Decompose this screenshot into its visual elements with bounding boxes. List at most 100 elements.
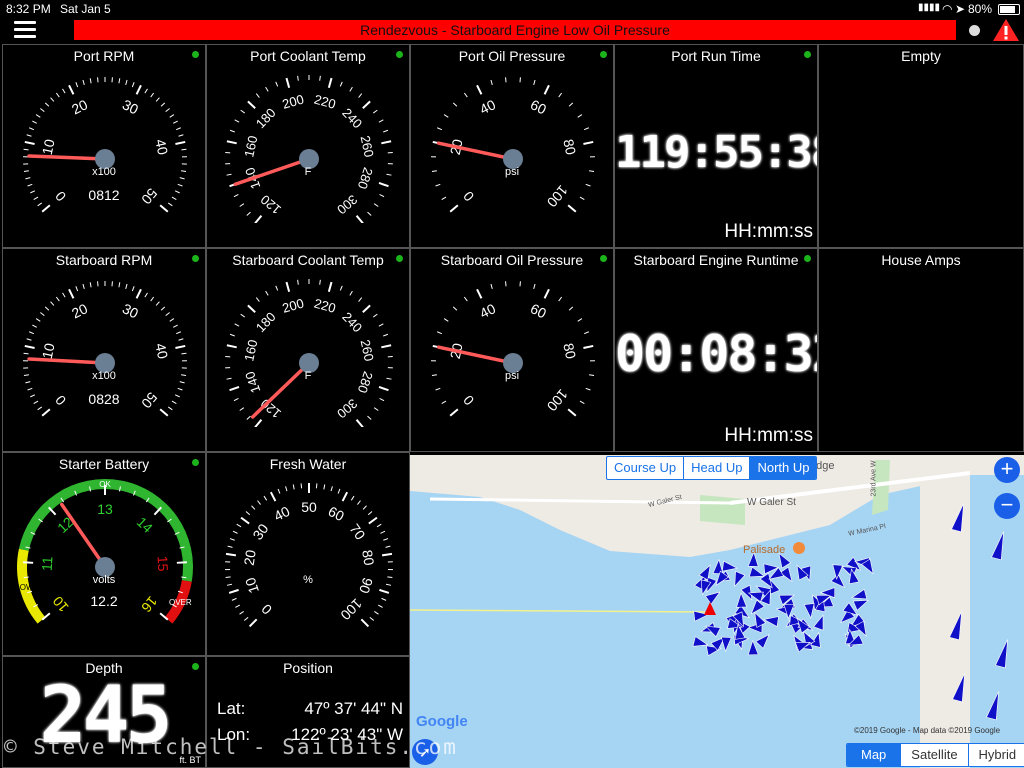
warning-icon[interactable]	[992, 18, 1020, 42]
head-up-button[interactable]: Head Up	[684, 457, 751, 479]
gauge-tick	[583, 331, 590, 335]
gauge-tick	[24, 344, 35, 350]
gauge-tick-label: 100	[544, 386, 571, 414]
gauge-tick-label: 260	[358, 134, 377, 158]
panel-title: Starboard Engine Runtime	[633, 252, 799, 268]
gauge-tick-label: 40	[152, 138, 171, 157]
gauge-tick	[374, 610, 379, 615]
zoom-in-icon[interactable]: +	[994, 457, 1020, 483]
starboard-coolant-panel[interactable]: Starboard Coolant Temp 120 140 160 180 200 22…	[206, 248, 410, 452]
gauge-tick	[178, 338, 184, 341]
gauge-tick	[476, 84, 483, 95]
gauge-tick	[226, 344, 237, 349]
gauge-tick	[583, 127, 590, 131]
record-indicator-icon[interactable]	[969, 25, 980, 36]
gauge-tick	[255, 297, 260, 302]
gauge-tick	[37, 406, 43, 411]
gauge-tick	[327, 77, 333, 88]
map-canvas	[410, 455, 1024, 768]
gauge-tick	[373, 407, 379, 411]
gauge-tick	[173, 324, 178, 328]
gauge-tick	[277, 488, 281, 494]
gauge-tick	[35, 318, 41, 322]
course-up-button[interactable]: Course Up	[607, 457, 685, 479]
gauge-tick	[176, 561, 187, 564]
house-amps-panel[interactable]: House Amps	[818, 248, 1024, 452]
port-run-time-panel[interactable]: Port Run Time 119:55:38 HH:mm:ss	[614, 44, 818, 248]
gauge-tick	[533, 79, 536, 85]
gauge-tick	[379, 398, 385, 402]
gauge-tick	[436, 127, 443, 131]
gauge-tick-label: 100	[544, 182, 571, 210]
gauge-tick-label: 60	[528, 300, 549, 321]
gauge-tick	[355, 215, 364, 223]
starboard-oil-panel[interactable]: Starboard Oil Pressure 020406080100 psi	[410, 248, 614, 452]
gauge-tick	[381, 552, 393, 557]
coolant-gauge: 120140160180200220240260280300	[225, 75, 393, 223]
gauge-tick	[178, 134, 184, 137]
map-label-galer: W Galer St	[747, 497, 796, 508]
gauge-tick	[362, 505, 367, 510]
gauge-tick	[236, 523, 242, 528]
gauge-tick-label: 200	[281, 296, 306, 316]
fresh-water-panel[interactable]: Fresh Water 0 10 20 30 40 50 60 70 80 90 100 %	[206, 452, 410, 656]
gauge-tick	[358, 93, 363, 98]
starboard-rpm-panel[interactable]: Starboard RPM 0 10 20 30 40 50 x100 0828	[2, 248, 206, 452]
boat-marker-icon	[720, 636, 732, 653]
gauge-tick-label: 12	[54, 514, 76, 536]
status-led-icon	[396, 255, 403, 262]
gauge-tick	[32, 120, 37, 124]
gauge-tick-label: 13	[97, 501, 113, 517]
alarm-banner[interactable]: Rendezvous - Starboard Engine Low Oil Pr…	[74, 20, 956, 40]
gauge-tick	[131, 286, 135, 292]
gauge-tick-label: 300	[334, 192, 360, 217]
lat-value: 47º 37' 44" N	[304, 699, 403, 718]
wifi-icon: ◠	[942, 2, 953, 16]
gauge-tick	[372, 313, 378, 318]
map-type-satellite-button[interactable]: Satellite	[901, 744, 969, 766]
port-rpm-panel[interactable]: Port RPM 0 10 20 30 40 50 x100 0812	[2, 44, 206, 248]
panel-title: Port Coolant Temp	[250, 48, 366, 64]
empty-panel[interactable]: Empty	[818, 44, 1024, 248]
gauge-tick	[435, 183, 441, 187]
gauge-tick	[251, 505, 256, 510]
gauge-tick	[89, 282, 92, 288]
gauge-unit: psi	[504, 166, 520, 178]
starter-battery-panel[interactable]: Starter Battery LOW OK OVER 10 11 12 13 14 15 16 …	[2, 452, 206, 656]
gauge-tick	[245, 511, 251, 516]
menu-icon[interactable]	[14, 21, 36, 39]
map-label-ave: 23rd Ave W	[870, 460, 878, 497]
gauge-tick	[323, 484, 326, 490]
gauge-tick	[350, 495, 355, 501]
gauge-tick	[367, 211, 372, 216]
port-coolant-panel[interactable]: Port Coolant Temp 1201401601802002202402…	[206, 44, 410, 248]
gauge-tick	[181, 148, 187, 151]
port-oil-panel[interactable]: Port Oil Pressure 020406080100 psi	[410, 44, 614, 248]
gauge-readout: 0828	[88, 391, 120, 407]
gauge-tick	[358, 297, 363, 302]
gauge-tick	[341, 491, 349, 502]
north-up-button[interactable]: North Up	[750, 457, 817, 479]
map-type-hybrid-button[interactable]: Hybrid	[969, 744, 1024, 766]
gauge-tick-label: 260	[358, 338, 377, 362]
map-type-map-button[interactable]: Map	[847, 744, 902, 766]
gauge-tick	[376, 523, 382, 528]
dashboard-grid: Port RPM 0 10 20 30 40 50 x100 0812 Port Cool…	[0, 44, 1024, 768]
boat-marker-icon	[813, 614, 824, 631]
gauge-tick	[463, 296, 468, 302]
gauge-tick	[265, 86, 269, 92]
gauge-tick	[373, 203, 379, 207]
gauge-tick	[160, 102, 166, 107]
map-view[interactable]: Magnolia Bridge W Galer St Palisade W Ma…	[410, 455, 1024, 768]
gauge-tick	[75, 82, 79, 88]
gauge-tick	[285, 77, 291, 88]
map-attribution: ©2019 Google - Map data ©2019 Google	[854, 726, 1001, 735]
gauge-tick	[40, 108, 45, 112]
starboard-runtime-panel[interactable]: Starboard Engine Runtime 00:08:32 HH:mm:…	[614, 248, 818, 452]
gauge-tick	[155, 97, 160, 102]
gauge-tick	[169, 114, 175, 118]
gauge-tick-label: 200	[281, 92, 306, 112]
gauge-tick	[567, 408, 577, 417]
zoom-out-icon[interactable]: −	[994, 493, 1020, 519]
park-area	[700, 495, 745, 525]
